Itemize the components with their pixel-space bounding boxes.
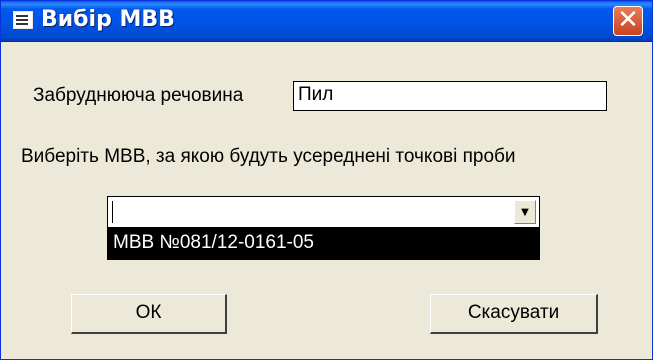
instruction-text: Виберіть МВВ, за якою будуть усереднені …	[21, 146, 516, 167]
dropdown-item[interactable]: МВВ №081/12-0161-05	[113, 232, 534, 254]
cancel-button[interactable]: Скасувати	[430, 294, 598, 334]
ok-button[interactable]: ОК	[71, 294, 227, 334]
dialog-window: Вибір МВВ ✕ Забруднююча речовина Пил Виб…	[0, 0, 653, 360]
dropdown-list: МВВ №081/12-0161-05	[107, 228, 540, 260]
pollutant-label: Забруднююча речовина	[33, 85, 244, 106]
text-caret	[112, 201, 113, 223]
title-bar[interactable]: Вибір МВВ ✕	[1, 1, 652, 42]
chevron-down-icon[interactable]: ▼	[514, 200, 536, 224]
pollutant-field[interactable]: Пил	[293, 81, 607, 111]
form-icon	[13, 11, 33, 29]
window-title: Вибір МВВ	[41, 7, 175, 32]
close-icon[interactable]: ✕	[613, 6, 643, 36]
mvv-combo-box[interactable]: ▼	[107, 196, 540, 228]
